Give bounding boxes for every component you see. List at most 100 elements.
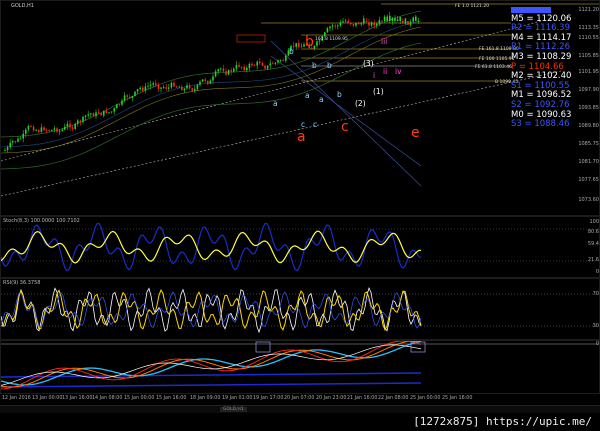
candle-body (279, 60, 282, 61)
candle-body (212, 76, 214, 81)
stoch-axis-label: 21.6 (587, 257, 599, 263)
fib-tag: FE 61.8 1103.46 (475, 65, 512, 70)
candle-body (152, 83, 154, 85)
candle-body (35, 130, 37, 132)
candle-body (74, 123, 76, 129)
candle-body (261, 63, 264, 66)
candle-body (84, 115, 87, 117)
rsi-label: RSI(9) 36.3758 (3, 280, 41, 286)
candle-body (201, 79, 204, 82)
candle-body (339, 22, 342, 26)
rsi-canvas[interactable] (1, 279, 600, 340)
candle-body (118, 104, 121, 106)
rsi-pane[interactable]: RSI(9) 36.3758 70 30 (0, 278, 600, 340)
stoch-axis-label: 80.6 (587, 229, 599, 235)
candle-body (53, 128, 56, 130)
candle-body (108, 112, 110, 114)
candle-body (209, 80, 212, 84)
candle-body (352, 24, 355, 26)
candle-body (402, 21, 404, 24)
price-axis-label: 1089.80 (578, 123, 599, 129)
candle-body (220, 68, 222, 70)
highlight-box (255, 341, 271, 353)
stochastic-pane[interactable]: Stoch(8,3) 100.0000 100.7102 100 80.6 59… (0, 216, 600, 278)
candle-body (183, 88, 186, 91)
candle-body (22, 133, 24, 139)
small-wave-label: (3) (363, 59, 374, 68)
candle-body (381, 21, 383, 22)
time-axis-label: 13 Jan 16:00 (62, 396, 93, 401)
candle-body (396, 19, 399, 21)
candle-body (238, 64, 240, 67)
pivot-levels-panel: M5 = 1120.06 R2 = 1116.39 M4 = 1114.17 R… (511, 5, 577, 130)
candle-body (51, 129, 53, 131)
candle-body (399, 16, 401, 21)
oscillator-canvas[interactable] (1, 341, 600, 394)
stochastic-canvas[interactable] (1, 217, 600, 278)
candle-body (168, 87, 170, 89)
candle-body (337, 25, 339, 27)
candle-body (391, 18, 394, 21)
image-size-caption: [1272x875] https://upic.me/ (411, 415, 594, 428)
time-axis-label: 15 Jan 00:00 (124, 396, 155, 401)
price-axis-label: 1121.20 (578, 7, 599, 13)
candle-body (27, 126, 30, 130)
candle-body (412, 17, 414, 22)
candle-body (256, 61, 258, 66)
time-axis-label: 13 Jan 00:00 (32, 396, 63, 401)
chart-tab[interactable]: GOLD,H1 (220, 407, 247, 412)
candle-body (4, 150, 6, 151)
candle-body (144, 86, 147, 91)
candle-body (274, 62, 277, 64)
oscillator-pane[interactable]: 0 (0, 340, 600, 394)
candle-body (43, 127, 45, 131)
stoch-axis-label: 59.4 (587, 241, 599, 247)
small-wave-label: ii (383, 67, 388, 76)
candle-body (204, 79, 206, 81)
candle-body (248, 63, 251, 69)
time-axis-label: 20 Jan 07:00 (284, 396, 315, 401)
oscillator-line (1, 230, 422, 264)
candle-body (186, 85, 188, 89)
candle-body (38, 130, 40, 132)
candle-body (222, 68, 225, 72)
candle-body (77, 120, 79, 124)
candle-body (370, 22, 373, 26)
candle-body (355, 23, 357, 26)
candle-body (324, 32, 326, 37)
candle-body (142, 87, 144, 91)
candle-body (48, 130, 50, 132)
candle-body (162, 87, 165, 89)
price-axis-label: 1105.85 (578, 53, 599, 59)
small-wave-label: a (273, 99, 278, 108)
candle-body (181, 86, 183, 91)
candle-body (6, 147, 9, 151)
candle-body (97, 112, 100, 114)
symbol-label: GOLD,H1 (11, 3, 34, 9)
candle-body (95, 112, 97, 117)
candle-body (139, 87, 141, 90)
candle-body (227, 70, 230, 75)
price-chart-pane[interactable]: GOLD,H1 b a c e a b c b c a b a b (3) (2… (0, 0, 600, 216)
candle-body (285, 55, 287, 61)
wave-label-e: e (411, 125, 420, 141)
candle-body (363, 18, 365, 24)
candle-body (199, 81, 201, 85)
candle-body (300, 46, 303, 48)
small-wave-label: a (319, 95, 324, 104)
candle-body (173, 82, 175, 87)
candle-body (360, 23, 362, 25)
moving-average-line (1, 10, 422, 138)
small-wave-label: a (305, 91, 310, 100)
signal-line (1, 382, 422, 388)
fib-tag: FE 1.0 1121.20 (455, 4, 490, 9)
price-axis-label: 1093.85 (578, 105, 599, 111)
price-axis-label: 1077.65 (578, 177, 599, 183)
candle-body (251, 63, 253, 66)
candle-body (368, 22, 370, 26)
candle-body (326, 28, 329, 33)
candle-body (14, 141, 17, 142)
candle-body (266, 65, 269, 69)
candle-body (178, 86, 180, 88)
candle-body (272, 63, 274, 65)
